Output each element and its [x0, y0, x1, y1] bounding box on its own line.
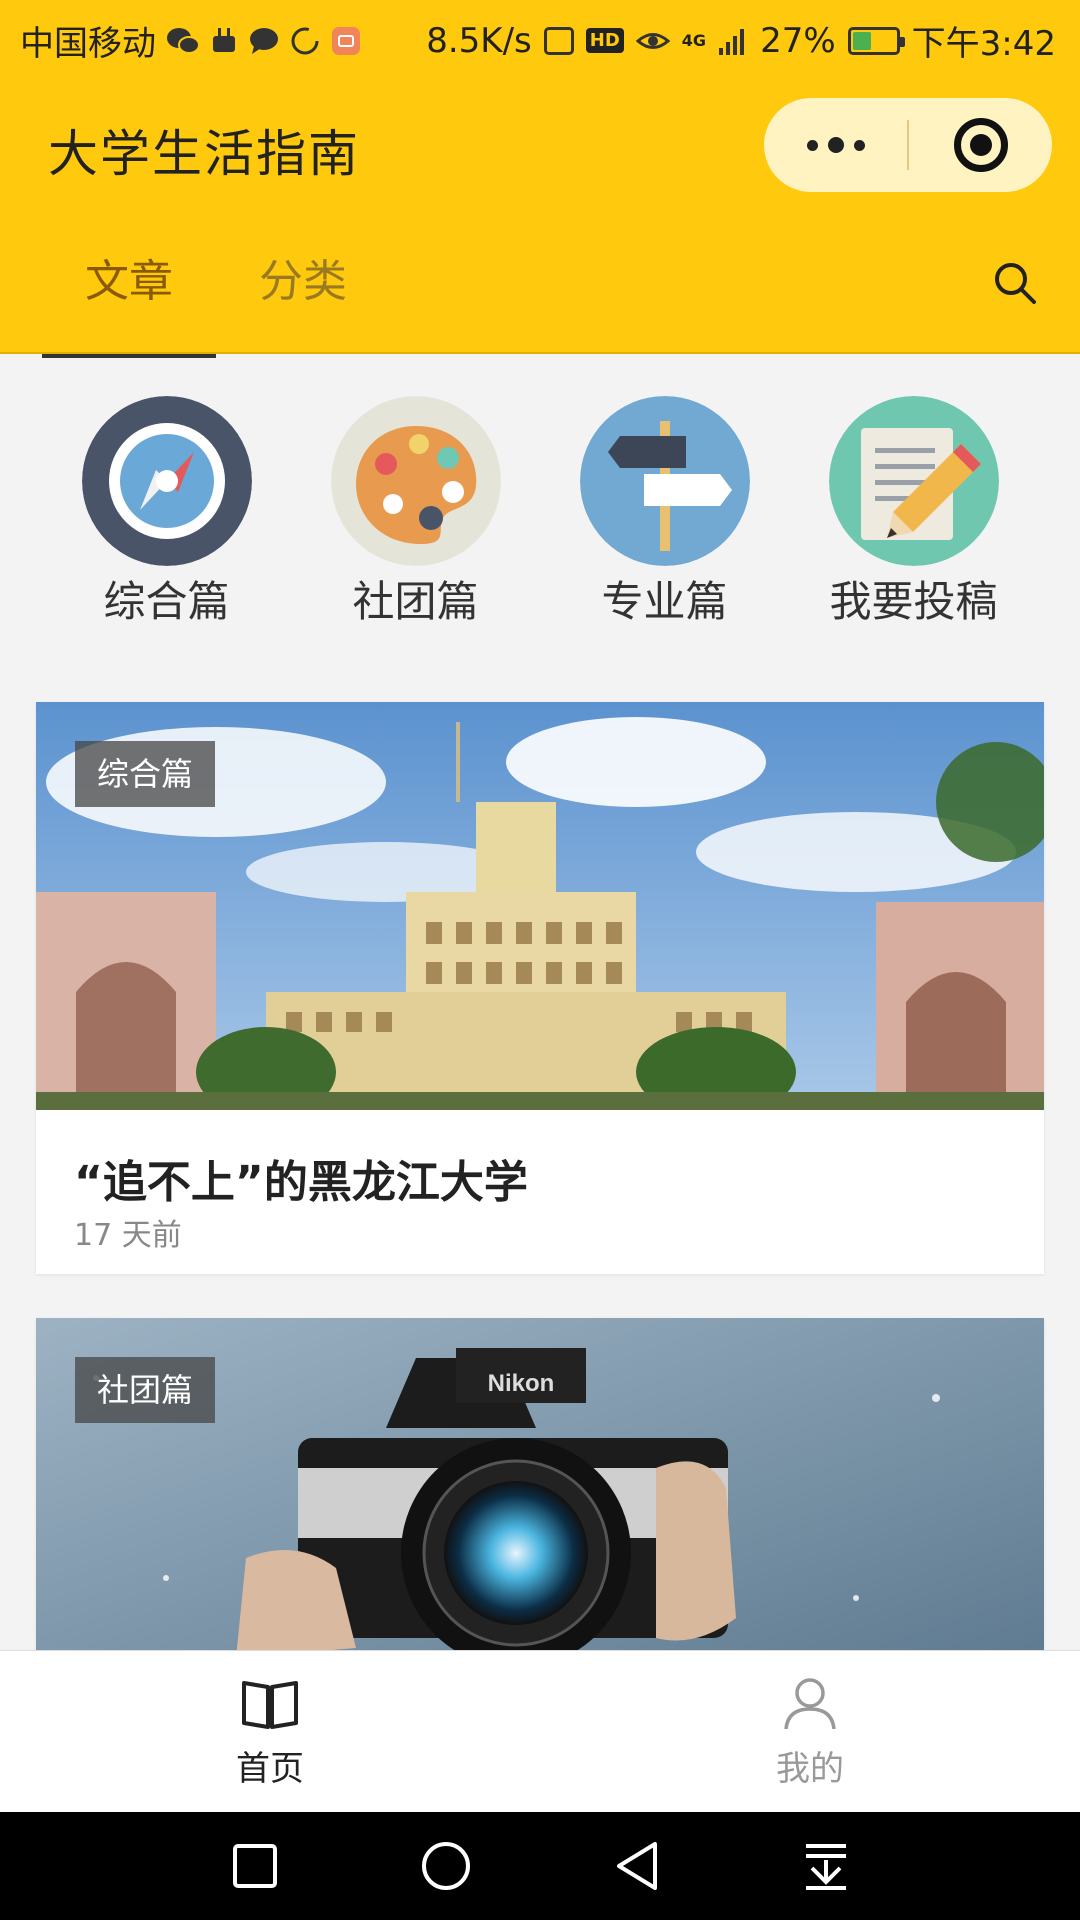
compass-icon: [81, 396, 252, 566]
tab-home[interactable]: 首页: [0, 1651, 540, 1813]
loading-icon: [290, 24, 320, 58]
user-icon: [784, 1678, 836, 1730]
article-card[interactable]: Nikon 社团篇: [36, 1318, 1044, 1658]
more-icon: [806, 139, 818, 151]
category-tag: 综合篇: [75, 741, 216, 807]
palette-icon: [330, 396, 501, 566]
tab-label: 首页: [236, 1749, 304, 1789]
home-icon[interactable]: [420, 1840, 472, 1892]
category-majors[interactable]: 专业篇: [540, 396, 789, 629]
university-building-photo: 综合篇: [36, 702, 1044, 1110]
close-button[interactable]: [909, 118, 1052, 172]
category-label: 社团篇: [352, 577, 479, 626]
vibrate-icon: [543, 24, 574, 58]
app-header: 大学生活指南 文章 分类: [0, 74, 1080, 358]
category-tag: 社团篇: [75, 1357, 216, 1423]
page-title: 大学生活指南: [48, 125, 360, 183]
category-label: 我要投稿: [829, 577, 998, 626]
category-label: 专业篇: [601, 577, 728, 626]
clock: 下午3:42: [911, 24, 1056, 64]
back-icon[interactable]: [613, 1840, 661, 1892]
category-general[interactable]: 综合篇: [42, 396, 291, 629]
article-meta: “追不上”的黑龙江大学 17 天前: [36, 1110, 1044, 1274]
carrier-label: 中国移动: [20, 24, 156, 64]
search-button[interactable]: [990, 258, 1040, 308]
miniprogram-capsule: [764, 98, 1052, 192]
system-nav-bar: [0, 1812, 1080, 1920]
battery-icon: [847, 26, 905, 55]
status-right: 8.5K/s HD 4G 27% 下午3:42: [426, 16, 1056, 65]
top-tabs: 文章 分类: [42, 250, 390, 358]
battery-percent: 27%: [760, 20, 836, 61]
android-notif-icon: [210, 24, 238, 58]
signpost-icon: [579, 396, 750, 566]
category-submit[interactable]: 我要投稿: [789, 396, 1038, 629]
category-label: 综合篇: [103, 577, 230, 626]
message-icon: [248, 24, 280, 58]
more-button[interactable]: [764, 137, 907, 153]
search-icon: [995, 263, 1036, 304]
recent-apps-icon[interactable]: [231, 1842, 279, 1890]
category-clubs[interactable]: 社团篇: [291, 396, 540, 629]
svg-text:Nikon: Nikon: [488, 1370, 555, 1397]
hd-badge: HD: [585, 28, 624, 53]
tab-categories[interactable]: 分类: [216, 250, 390, 314]
camera-photo: Nikon 社团篇: [36, 1318, 1044, 1658]
book-icon: [242, 1681, 298, 1729]
tab-label: 我的: [776, 1749, 844, 1789]
network-type: 4G: [681, 30, 707, 50]
more-icon-dot: [827, 137, 844, 153]
tab-mine[interactable]: 我的: [540, 1651, 1080, 1813]
more-icon-dot: [853, 139, 865, 151]
category-grid: 综合篇 社团篇 专业篇 我要投稿: [0, 396, 1080, 629]
status-bar: 中国移动 8.5K/s HD 4G 27% 下午3:42: [0, 0, 1080, 74]
status-left: 中国移动: [20, 16, 362, 65]
target-close-icon: [953, 118, 1008, 172]
eye-icon: [635, 24, 670, 58]
bottom-tabbar: 首页 我的: [0, 1650, 1080, 1813]
signal-icon: [718, 24, 748, 58]
edit-note-icon: [828, 396, 999, 566]
article-card[interactable]: 综合篇 “追不上”的黑龙江大学 17 天前: [36, 702, 1044, 1274]
app-notif-icon: [330, 24, 362, 58]
notification-pull-icon[interactable]: [802, 1840, 850, 1892]
wechat-icon: [166, 24, 200, 58]
net-speed: 8.5K/s: [426, 20, 532, 61]
article-time: 17 天前: [74, 1218, 182, 1253]
article-title: “追不上”的黑龙江大学: [74, 1157, 528, 1208]
tab-articles[interactable]: 文章: [42, 250, 216, 358]
